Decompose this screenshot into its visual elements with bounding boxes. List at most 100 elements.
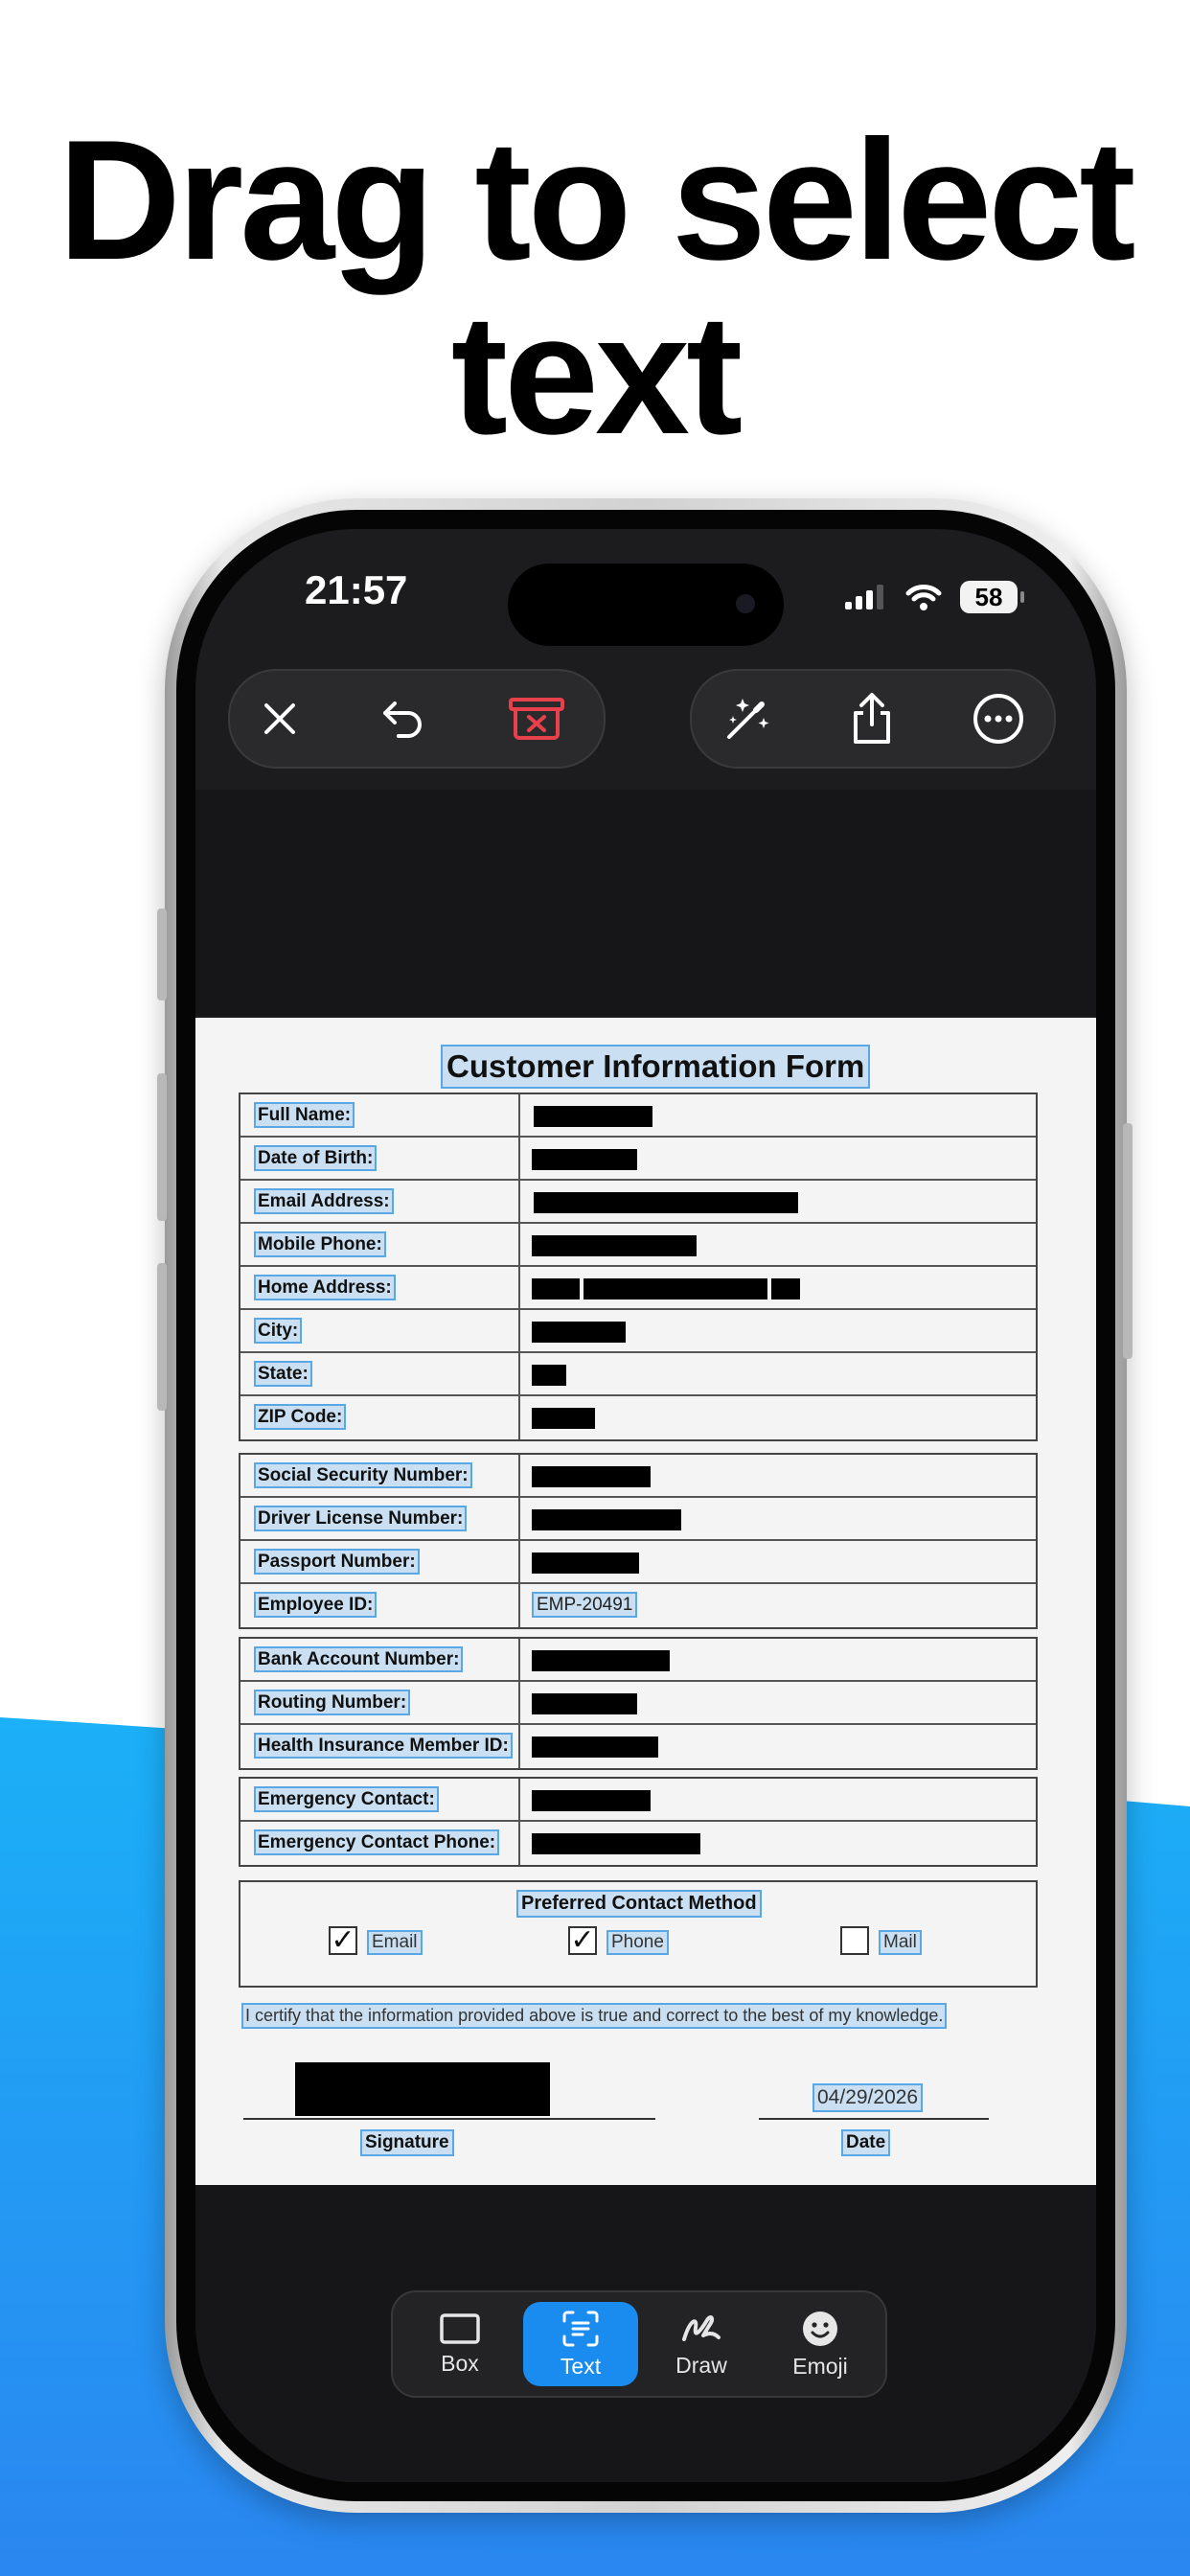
redaction-box[interactable] xyxy=(532,1509,681,1530)
headline-line-2: text xyxy=(450,279,744,470)
field-label[interactable]: Employee ID: xyxy=(253,1592,378,1618)
field-label[interactable]: City: xyxy=(253,1318,303,1344)
undo-button[interactable] xyxy=(355,671,450,767)
email-option-label[interactable]: Email xyxy=(367,1930,423,1955)
field-label[interactable]: ZIP Code: xyxy=(253,1404,347,1430)
mail-option-label[interactable]: Mail xyxy=(879,1930,922,1955)
camera-icon xyxy=(736,594,755,613)
magic-wand-icon xyxy=(727,699,769,739)
box-icon xyxy=(440,2312,480,2344)
table-row: Routing Number: xyxy=(240,1682,1036,1725)
document-title[interactable]: Customer Information Form xyxy=(440,1045,871,1089)
redaction-box[interactable] xyxy=(532,1235,697,1256)
share-button[interactable] xyxy=(824,671,920,767)
close-icon xyxy=(264,703,295,734)
action-button xyxy=(157,908,167,1000)
certification-text[interactable]: I certify that the information provided … xyxy=(240,2003,948,2029)
tab-label: Box xyxy=(441,2350,479,2376)
delete-button[interactable] xyxy=(489,671,584,767)
redaction-box[interactable] xyxy=(532,1466,651,1487)
signature-caption[interactable]: Signature xyxy=(360,2129,454,2156)
document-page[interactable]: Customer Information Form Full Name: Dat… xyxy=(195,1018,1096,2185)
tab-draw[interactable]: Draw xyxy=(644,2302,759,2386)
financial-table: Bank Account Number: Routing Number: Hea… xyxy=(239,1637,1038,1770)
field-label[interactable]: State: xyxy=(254,1361,312,1387)
table-row: Driver License Number: xyxy=(240,1498,1036,1541)
date-line xyxy=(759,2118,989,2120)
close-button[interactable] xyxy=(232,671,328,767)
personal-info-table: Full Name: Date of Birth: Email Address:… xyxy=(239,1092,1038,1441)
date-value[interactable]: 04/29/2026 xyxy=(812,2083,924,2112)
table-row: Mobile Phone: xyxy=(240,1224,1036,1267)
redaction-box[interactable] xyxy=(532,1278,580,1300)
tab-box[interactable]: Box xyxy=(402,2302,517,2386)
tab-emoji[interactable]: Emoji xyxy=(763,2302,878,2386)
redaction-box[interactable] xyxy=(532,1149,637,1170)
field-label[interactable]: Passport Number: xyxy=(254,1549,420,1575)
redaction-box[interactable] xyxy=(532,1650,670,1671)
table-row: State: xyxy=(240,1353,1036,1396)
tool-tab-bar: Box Text Draw Emoji xyxy=(391,2290,887,2398)
email-checkbox[interactable]: ✓ xyxy=(329,1926,357,1955)
field-label[interactable]: Emergency Contact: xyxy=(254,1786,439,1812)
cellular-signal-icon xyxy=(845,585,883,610)
toolbar-right-group xyxy=(690,669,1056,769)
field-label[interactable]: Health Insurance Member ID: xyxy=(254,1733,513,1759)
field-label[interactable]: Date of Birth: xyxy=(253,1145,378,1171)
headline: Drag to select text xyxy=(0,113,1190,462)
table-row: ZIP Code: xyxy=(240,1396,1036,1439)
field-label[interactable]: Email Address: xyxy=(254,1188,394,1214)
redaction-box[interactable] xyxy=(584,1278,767,1300)
phone-option-label[interactable]: Phone xyxy=(606,1930,669,1955)
volume-up-button xyxy=(157,1073,167,1221)
field-label[interactable]: Emergency Contact Phone: xyxy=(253,1829,500,1855)
redaction-box[interactable] xyxy=(532,1552,639,1574)
dynamic-island xyxy=(508,564,784,646)
undo-icon xyxy=(383,702,422,738)
redaction-box[interactable] xyxy=(532,1322,626,1343)
field-label[interactable]: Full Name: xyxy=(253,1102,355,1128)
redaction-box[interactable] xyxy=(532,1790,651,1811)
wifi-icon xyxy=(905,585,942,610)
draw-icon xyxy=(682,2314,721,2341)
redaction-box[interactable] xyxy=(532,1693,637,1714)
text-scan-icon xyxy=(562,2311,599,2346)
employee-id-value[interactable]: EMP-20491 xyxy=(531,1592,638,1618)
redaction-box[interactable] xyxy=(532,1408,595,1429)
status-time: 21:57 xyxy=(305,567,408,612)
emergency-contact-table: Emergency Contact: Emergency Contact Pho… xyxy=(239,1777,1038,1867)
redaction-box[interactable] xyxy=(534,1106,652,1127)
redaction-box[interactable] xyxy=(532,1736,658,1758)
redaction-box[interactable] xyxy=(771,1278,800,1300)
tab-text[interactable]: Text xyxy=(523,2302,638,2386)
more-button[interactable] xyxy=(950,671,1046,767)
phone-screen: 21:57 58 Customer Information Form Full … xyxy=(195,529,1096,2482)
mail-checkbox[interactable] xyxy=(840,1926,869,1955)
signature-redaction[interactable] xyxy=(295,2062,550,2116)
table-row: Emergency Contact Phone: xyxy=(240,1822,1036,1865)
redaction-box[interactable] xyxy=(534,1192,798,1213)
power-button xyxy=(1123,1123,1133,1359)
tab-label: Text xyxy=(560,2353,602,2379)
table-row: Emergency Contact: xyxy=(240,1779,1036,1822)
field-label[interactable]: Routing Number: xyxy=(253,1690,411,1715)
field-label[interactable]: Mobile Phone: xyxy=(254,1231,386,1257)
phone-checkbox[interactable]: ✓ xyxy=(568,1926,597,1955)
preferred-contact-title[interactable]: Preferred Contact Method xyxy=(516,1890,762,1918)
table-row: Employee ID: EMP-20491 xyxy=(240,1584,1036,1627)
field-label[interactable]: Bank Account Number: xyxy=(253,1646,464,1672)
date-caption[interactable]: Date xyxy=(840,2129,891,2156)
magic-button[interactable] xyxy=(699,671,795,767)
table-row: Passport Number: xyxy=(240,1541,1036,1584)
table-row: Email Address: xyxy=(240,1181,1036,1224)
identification-table: Social Security Number: Driver License N… xyxy=(239,1453,1038,1629)
field-label[interactable]: Driver License Number: xyxy=(253,1506,468,1531)
field-label[interactable]: Social Security Number: xyxy=(254,1462,472,1488)
volume-down-button xyxy=(157,1263,167,1411)
battery-indicator: 58 xyxy=(960,581,1024,613)
redaction-box[interactable] xyxy=(532,1365,566,1386)
table-row: Health Insurance Member ID: xyxy=(240,1725,1036,1768)
redaction-box[interactable] xyxy=(532,1833,700,1854)
field-label[interactable]: Home Address: xyxy=(254,1275,396,1300)
table-row: Date of Birth: xyxy=(240,1138,1036,1181)
